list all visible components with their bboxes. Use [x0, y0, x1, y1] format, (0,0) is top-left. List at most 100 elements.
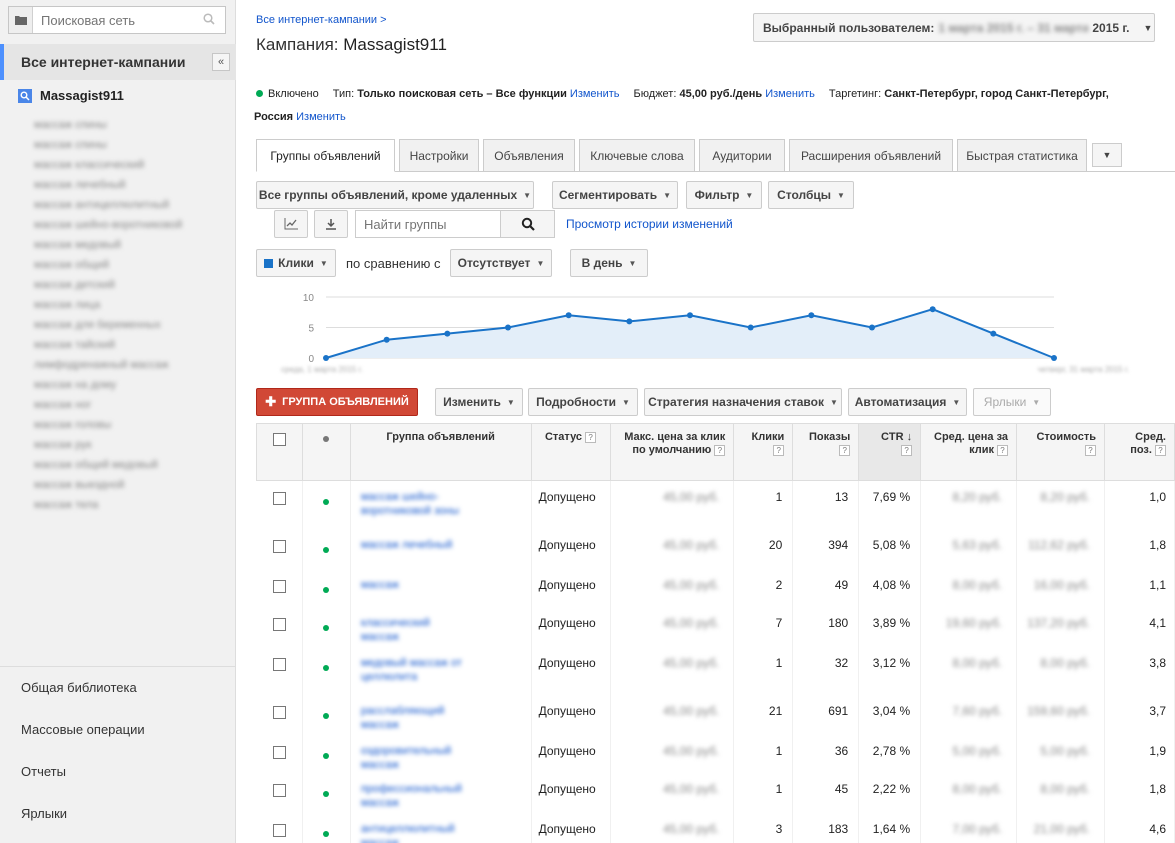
sidebar-ad-group-item[interactable]: массаж на дому	[34, 375, 224, 395]
sidebar-ad-group-item[interactable]: массаж общий медовый	[34, 455, 224, 475]
sidebar-item-library[interactable]: Общая библиотека	[0, 667, 236, 709]
breadcrumb[interactable]: Все интернет-кампании >	[256, 14, 387, 26]
sidebar-item-bulk[interactable]: Массовые операции	[0, 709, 236, 751]
group-search-button[interactable]	[500, 211, 554, 237]
sidebar-ad-group-item[interactable]: лимфодренажный массаж	[34, 355, 224, 375]
tab-ads[interactable]: Объявления	[483, 139, 575, 172]
date-range-picker[interactable]: Выбранный пользователем: 1 марта 2015 г.…	[753, 13, 1155, 42]
ad-group-link[interactable]: массаж шейно-воротниковой зоны	[351, 490, 471, 518]
tab-quick-stats[interactable]: Быстрая статистика	[957, 139, 1087, 172]
sidebar-item-reports[interactable]: Отчеты	[0, 751, 236, 793]
row-checkbox[interactable]	[272, 657, 286, 671]
sidebar-ad-group-item[interactable]: массаж классический	[34, 155, 224, 175]
sidebar-ad-group-item[interactable]: массаж лечебный	[34, 175, 224, 195]
filter-button[interactable]: Фильтр ▼	[686, 181, 762, 209]
row-checkbox[interactable]	[272, 705, 286, 719]
row-checkbox[interactable]	[272, 539, 286, 553]
col-status[interactable]: Статус ?	[530, 423, 611, 481]
ad-group-link[interactable]: расслабляющий массаж	[351, 704, 471, 732]
tab-keywords[interactable]: Ключевые слова	[579, 139, 695, 172]
row-checkbox[interactable]	[272, 823, 286, 837]
change-targeting-link[interactable]: Изменить	[296, 111, 346, 123]
row-checkbox[interactable]	[272, 783, 286, 797]
col-avg-cpc[interactable]: Сред. цена за клик ?	[920, 423, 1018, 481]
col-clicks[interactable]: Клики?	[733, 423, 794, 481]
sidebar-all-campaigns[interactable]: Все интернет-кампании «	[0, 44, 236, 80]
sidebar-ad-group-item[interactable]: массаж рук	[34, 435, 224, 455]
table-row[interactable]: профессиональный массаж Допущено 45,00 руб…	[256, 772, 1175, 813]
labels-button[interactable]: Ярлыки ▼	[973, 388, 1051, 416]
row-checkbox[interactable]	[272, 492, 286, 505]
collapse-sidebar-button[interactable]: «	[212, 53, 230, 71]
ad-group-link[interactable]: массаж	[351, 578, 471, 592]
edit-button[interactable]: Изменить ▼	[435, 388, 523, 416]
sidebar-search[interactable]	[8, 6, 226, 34]
table-row[interactable]: медовый массаж от целлюлита Допущено 45,00…	[256, 646, 1175, 695]
help-icon[interactable]: ?	[773, 444, 785, 456]
details-button[interactable]: Подробности ▼	[528, 388, 638, 416]
more-tabs-button[interactable]: ▼	[1092, 143, 1122, 167]
sidebar-ad-group-item[interactable]: массаж лица	[34, 295, 224, 315]
table-row[interactable]: массаж лечебный Допущено 45,00 руб. 20 394 5,…	[256, 528, 1175, 569]
sidebar-ad-group-item[interactable]: массаж спины	[34, 135, 224, 155]
metric-select-button[interactable]: Клики ▼	[256, 249, 336, 277]
col-ad-group[interactable]: Группа объявлений	[349, 423, 532, 481]
sidebar-search-input[interactable]	[33, 12, 193, 28]
change-type-link[interactable]: Изменить	[570, 88, 620, 100]
row-checkbox[interactable]	[272, 745, 286, 759]
sidebar-item-labels[interactable]: Ярлыки	[0, 793, 236, 835]
bid-strategy-button[interactable]: Стратегия назначения ставок ▼	[644, 388, 842, 416]
sidebar-ad-group-item[interactable]: массаж общий	[34, 255, 224, 275]
col-max-cpc[interactable]: Макс. цена за клик по умолчанию ?	[609, 423, 735, 481]
ad-group-link[interactable]: медовый массаж от целлюлита	[351, 656, 471, 684]
table-row[interactable]: массаж Допущено 45,00 руб. 2 49 4,08 % 8,00 ру…	[256, 568, 1175, 607]
group-search-box[interactable]	[355, 210, 555, 238]
help-icon[interactable]: ?	[714, 444, 726, 456]
ad-group-link[interactable]: профессиональный массаж	[351, 782, 471, 810]
row-checkbox[interactable]	[272, 579, 286, 593]
compare-select-button[interactable]: Отсутствует ▼	[450, 249, 552, 277]
sidebar-campaign[interactable]: Massagist911	[18, 88, 124, 103]
help-icon[interactable]: ?	[901, 444, 913, 456]
help-icon[interactable]: ?	[1155, 444, 1166, 456]
col-avg-pos[interactable]: Сред. поз. ?	[1103, 423, 1175, 481]
tab-ad-groups[interactable]: Группы объявлений	[256, 139, 395, 172]
columns-button[interactable]: Столбцы ▼	[768, 181, 854, 209]
segment-button[interactable]: Сегментировать ▼	[552, 181, 678, 209]
change-budget-link[interactable]: Изменить	[765, 88, 815, 100]
group-search-input[interactable]	[356, 216, 506, 232]
col-cost[interactable]: Стоимость?	[1016, 423, 1105, 481]
change-history-link[interactable]: Просмотр истории изменений	[566, 217, 733, 231]
sidebar-ad-group-item[interactable]: массаж детский	[34, 275, 224, 295]
sidebar-ad-group-item[interactable]: массаж для беременных	[34, 315, 224, 335]
sidebar-ad-group-item[interactable]: массаж медовый	[34, 235, 224, 255]
download-button[interactable]	[314, 210, 348, 238]
col-ctr[interactable]: CTR ↓?	[858, 423, 922, 481]
sidebar-ad-group-item[interactable]: массаж спины	[34, 115, 224, 135]
select-all-checkbox[interactable]	[272, 433, 286, 446]
period-select-button[interactable]: В день ▼	[570, 249, 648, 277]
ad-group-link[interactable]: оздоровительный массаж	[351, 744, 471, 772]
tab-extensions[interactable]: Расширения объявлений	[789, 139, 953, 172]
folder-icon[interactable]	[9, 7, 33, 33]
help-icon[interactable]: ?	[839, 444, 851, 456]
sidebar-ad-group-item[interactable]: массаж тайский	[34, 335, 224, 355]
filter-select-button[interactable]: Все группы объявлений, кроме удаленных ▼	[256, 181, 534, 209]
sidebar-ad-group-item[interactable]: массаж шейно-воротниковой	[34, 215, 224, 235]
table-row[interactable]: оздоровительный массаж Допущено 45,00 руб.…	[256, 734, 1175, 773]
add-ad-group-button[interactable]: ✚ ГРУППА ОБЪЯВЛЕНИЙ	[256, 388, 418, 416]
col-impressions[interactable]: Показы?	[792, 423, 860, 481]
ad-group-link[interactable]: массаж лечебный	[351, 538, 471, 552]
chart-toggle-button[interactable]	[274, 210, 308, 238]
table-row[interactable]: классический массаж Допущено 45,00 руб. 7 18…	[256, 606, 1175, 647]
sidebar-ad-group-item[interactable]: массаж выездной	[34, 475, 224, 495]
tab-settings[interactable]: Настройки	[399, 139, 479, 172]
row-checkbox[interactable]	[272, 617, 286, 631]
help-icon[interactable]: ?	[997, 444, 1009, 456]
automation-button[interactable]: Автоматизация ▼	[848, 388, 967, 416]
sidebar-ad-group-item[interactable]: массаж тела	[34, 495, 224, 515]
sidebar-ad-group-item[interactable]: массаж антицеллюлитный	[34, 195, 224, 215]
tab-audiences[interactable]: Аудитории	[699, 139, 785, 172]
table-row[interactable]: массаж шейно-воротниковой зоны Допущено 45…	[256, 480, 1175, 529]
ad-group-link[interactable]: классический массаж	[351, 616, 471, 644]
